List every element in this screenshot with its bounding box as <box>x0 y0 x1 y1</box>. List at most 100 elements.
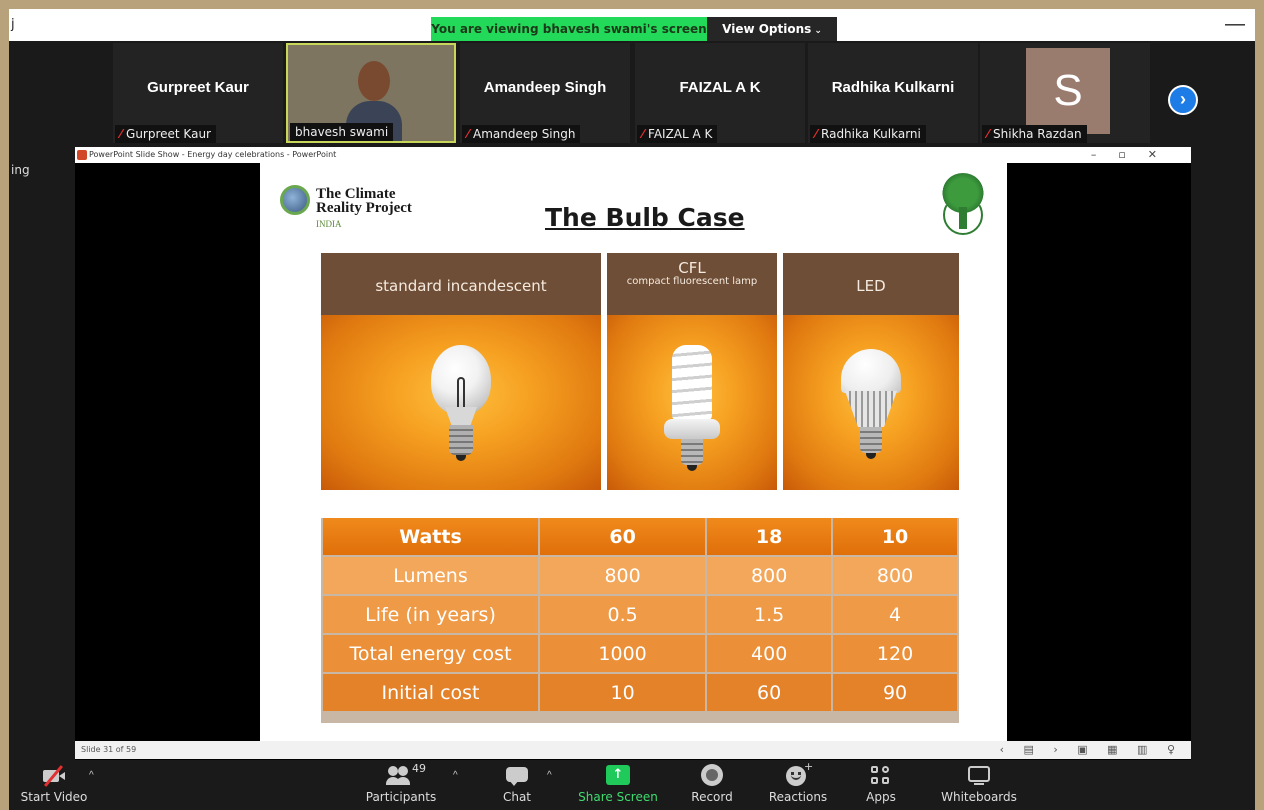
bulb-base <box>449 425 473 455</box>
chat-label: Chat <box>502 790 532 804</box>
table-cell: 60 <box>707 674 832 711</box>
meeting-toolbar: Start Video ^ 49 Participants ^ Chat ^ ↑… <box>9 760 1255 810</box>
truncated-side-text: ing <box>11 163 30 177</box>
bulb-collar <box>664 419 720 439</box>
bulb-coil <box>672 345 712 421</box>
panel-sublabel: compact fluorescent lamp <box>626 276 758 287</box>
table-cell: Initial cost <box>323 674 538 711</box>
participant-caption: bhavesh swami <box>290 123 394 141</box>
table-cell: 0.5 <box>540 596 706 633</box>
table-cell: 1.5 <box>707 596 832 633</box>
next-page-button[interactable]: › <box>1168 85 1198 115</box>
panel-label: standard incandescent <box>375 277 547 295</box>
participant-tile[interactable]: Gurpreet Kaur ⁄ Gurpreet Kaur <box>113 43 283 143</box>
participant-tile[interactable]: FAIZAL A K ⁄ FAIZAL A K <box>635 43 805 143</box>
slide: The Climate Reality Project INDIA The Bul… <box>260 163 1007 742</box>
window-controls[interactable]: –▫✕ <box>1091 147 1179 163</box>
led-bulb-icon <box>841 349 901 469</box>
table-cell: 800 <box>707 557 832 594</box>
apps-icon <box>871 764 891 786</box>
participant-caption: ⁄ Shikha Razdan <box>982 125 1087 143</box>
share-screen-icon: ↑ <box>606 764 630 786</box>
participant-caption: ⁄ FAIZAL A K <box>637 125 718 143</box>
slide-show-controls[interactable]: ‹ ▤ › ▣ ▦ ▥ ♀ <box>1000 741 1183 759</box>
bulb-base <box>681 439 703 465</box>
chat-button[interactable]: Chat <box>497 764 537 804</box>
share-arrow: ↑ <box>606 765 630 785</box>
record-icon <box>701 764 723 786</box>
table-cell: Life (in years) <box>323 596 538 633</box>
start-video-button[interactable]: Start Video <box>19 764 89 804</box>
participants-options-caret[interactable]: ^ <box>453 770 458 781</box>
participant-tile[interactable]: Radhika Kulkarni ⁄ Radhika Kulkarni <box>808 43 978 143</box>
start-video-label: Start Video <box>20 790 88 804</box>
table-header-row: Watts 60 18 10 <box>323 518 957 555</box>
muted-mic-icon: ⁄ <box>987 127 990 141</box>
meeting-top-bar: j You are viewing bhavesh swami's screen… <box>9 9 1255 41</box>
record-button[interactable]: Record <box>687 764 737 804</box>
participant-caption: ⁄ Amandeep Singh <box>462 125 581 143</box>
video-options-caret[interactable]: ^ <box>89 770 94 781</box>
participant-name: Gurpreet Kaur <box>147 79 249 96</box>
participant-name: FAIZAL A K <box>679 79 761 96</box>
globe-icon <box>280 185 310 215</box>
incandescent-bulb-icon <box>431 345 491 465</box>
panel-image <box>783 315 959 490</box>
chat-icon <box>506 764 528 786</box>
slide-counter: Slide 31 of 59 <box>81 745 137 754</box>
caption-name: Shikha Razdan <box>993 127 1082 141</box>
participants-button[interactable]: 49 Participants <box>363 762 439 804</box>
apps-button[interactable]: Apps <box>861 764 901 804</box>
participant-strip: Gurpreet Kaur ⁄ Gurpreet Kaur bhavesh swa… <box>9 41 1255 147</box>
truncated-edge-text: j <box>11 17 15 32</box>
panel-label: CFL <box>678 259 706 277</box>
minimize-button[interactable]: — <box>1225 13 1245 36</box>
apps-label: Apps <box>866 790 896 804</box>
participant-tile[interactable]: Amandeep Singh ⁄ Amandeep Singh <box>460 43 630 143</box>
bulb-panel-led: LED <box>783 253 959 490</box>
bulb-panel-cfl: CFL compact fluorescent lamp <box>607 253 777 490</box>
share-screen-button[interactable]: ↑ Share Screen <box>577 764 659 804</box>
reactions-button[interactable]: + Reactions <box>767 760 829 804</box>
table-cell: Lumens <box>323 557 538 594</box>
muted-mic-icon: ⁄ <box>815 127 818 141</box>
table-cell: 800 <box>833 557 957 594</box>
muted-mic-icon: ⁄ <box>642 127 645 141</box>
powerpoint-title-bar: PowerPoint Slide Show - Energy day celeb… <box>75 147 1191 163</box>
logo-text: The Climate Reality Project <box>316 187 412 216</box>
participants-count: 49 <box>412 762 426 775</box>
logo-line-3: INDIA <box>316 219 342 229</box>
caption-name: Radhika Kulkarni <box>821 127 921 141</box>
panel-image <box>321 315 601 490</box>
whiteboards-button[interactable]: Whiteboards <box>939 764 1019 804</box>
shared-screen: ing PowerPoint Slide Show - Energy day c… <box>9 147 1255 767</box>
bulb-comparison-table: Watts 60 18 10 Lumens 800 800 800 Life (… <box>321 516 959 713</box>
bulb-base <box>860 427 882 453</box>
chat-options-caret[interactable]: ^ <box>547 770 552 781</box>
zoom-window: j You are viewing bhavesh swami's screen… <box>9 9 1255 810</box>
table-row: Life (in years) 0.5 1.5 4 <box>323 596 957 633</box>
powerpoint-icon <box>77 150 87 160</box>
powerpoint-status-bar: Slide 31 of 59 ‹ ▤ › ▣ ▦ ▥ ♀ <box>75 741 1191 759</box>
whiteboard-icon <box>968 764 990 786</box>
participants-icon: 49 <box>384 762 426 786</box>
bulb-dome <box>841 349 901 393</box>
caption-name: bhavesh swami <box>295 125 389 139</box>
caption-name: Gurpreet Kaur <box>126 127 211 141</box>
reactions-label: Reactions <box>768 790 828 804</box>
cfl-bulb-icon <box>664 345 720 475</box>
muted-mic-icon: ⁄ <box>467 127 470 141</box>
view-options-button[interactable]: View Options ⌄ <box>707 17 837 41</box>
muted-mic-icon: ⁄ <box>120 127 123 141</box>
video-off-icon <box>41 764 67 787</box>
share-screen-label: Share Screen <box>578 790 658 804</box>
slide-title: The Bulb Case <box>545 203 745 232</box>
whiteboards-label: Whiteboards <box>941 790 1017 804</box>
table-row: Total energy cost 1000 400 120 <box>323 635 957 672</box>
viewing-screen-banner: You are viewing bhavesh swami's screen <box>431 17 707 41</box>
participant-name: Amandeep Singh <box>483 79 607 96</box>
bulb-tip <box>866 453 876 459</box>
tree-logo-icon <box>940 173 986 239</box>
participant-tile[interactable]: S ⁄ Shikha Razdan <box>980 43 1150 143</box>
participant-video-tile[interactable]: bhavesh swami <box>286 43 456 143</box>
